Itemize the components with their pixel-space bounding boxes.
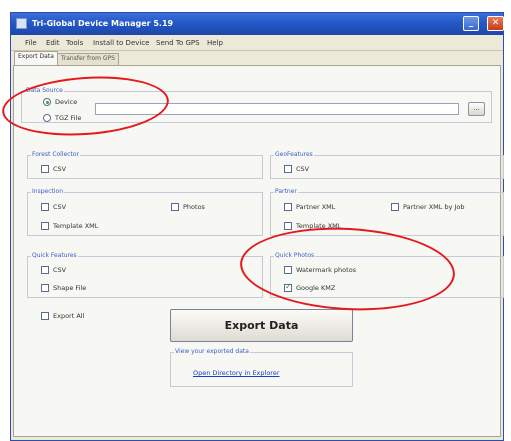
menu-file[interactable]: File xyxy=(25,39,37,47)
checkbox-label: Export All xyxy=(53,312,85,320)
checkbox-label: Partner XML by Job xyxy=(403,203,465,211)
partner-xml-by-job-checkbox[interactable]: Partner XML by Job xyxy=(391,203,465,211)
checkbox-box[interactable] xyxy=(41,266,49,274)
checkbox-label: Partner XML xyxy=(296,203,336,211)
checkbox-label: CSV xyxy=(296,165,310,173)
checkbox-box[interactable] xyxy=(284,165,292,173)
exported-data-title: View your exported data xyxy=(174,348,250,355)
quick-features-shape-file-checkbox[interactable]: Shape File xyxy=(41,284,86,292)
quick-features-csv-checkbox[interactable]: CSV xyxy=(41,266,66,274)
partner-title: Partner xyxy=(274,188,298,195)
app-icon xyxy=(16,18,27,29)
checkbox-box[interactable] xyxy=(41,284,49,292)
checkbox-label: Photos xyxy=(183,203,205,211)
checkbox-box[interactable] xyxy=(41,165,49,173)
export-all-checkbox[interactable]: Export All xyxy=(41,312,84,320)
checkbox-label: CSV xyxy=(53,266,67,274)
tab-strip: Export Data Transfer from GPS xyxy=(11,51,503,65)
quick-features-title: Quick Features xyxy=(31,252,78,259)
export-data-button[interactable]: Export Data xyxy=(170,309,353,342)
menu-help[interactable]: Help xyxy=(207,39,223,47)
exported-data-group: View your exported data Open Directory i… xyxy=(170,348,353,387)
close-button[interactable]: ✕ xyxy=(487,16,504,31)
tab-transfer-from-gps[interactable]: Transfer from GPS xyxy=(57,53,119,65)
forest-collector-csv-checkbox[interactable]: CSV xyxy=(41,165,66,173)
inspection-csv-checkbox[interactable]: CSV xyxy=(41,203,66,211)
inspection-photos-checkbox[interactable]: Photos xyxy=(171,203,205,211)
menu-bar: File Edit Tools Install to Device Send T… xyxy=(11,35,503,51)
window-title: Tri-Global Device Manager 5.19 xyxy=(32,19,174,28)
geofeatures-title: GeoFeatures xyxy=(274,151,314,158)
open-directory-link[interactable]: Open Directory in Explorer xyxy=(193,369,280,377)
browse-button[interactable]: ... xyxy=(468,102,485,116)
checkbox-label: CSV xyxy=(53,203,67,211)
inspection-title: Inspection xyxy=(31,188,64,195)
checkbox-box[interactable] xyxy=(284,203,292,211)
tab-export-data[interactable]: Export Data xyxy=(14,51,58,65)
menu-tools[interactable]: Tools xyxy=(66,39,83,47)
checkbox-box[interactable] xyxy=(41,312,49,320)
menu-send-to-gps[interactable]: Send To GPS xyxy=(156,39,200,47)
menu-install-to-device[interactable]: Install to Device xyxy=(93,39,150,47)
checkbox-box[interactable] xyxy=(41,222,49,230)
checkbox-label: CSV xyxy=(53,165,67,173)
forest-collector-title: Forest Collector xyxy=(31,151,80,158)
checkbox-box[interactable] xyxy=(391,203,399,211)
inspection-template-xml-checkbox[interactable]: Template XML xyxy=(41,222,98,230)
partner-xml-checkbox[interactable]: Partner XML xyxy=(284,203,335,211)
menu-edit[interactable]: Edit xyxy=(46,39,60,47)
checkbox-label: Template XML xyxy=(53,222,99,230)
checkbox-box[interactable] xyxy=(41,203,49,211)
checkbox-label: Shape File xyxy=(53,284,87,292)
geofeatures-csv-checkbox[interactable]: CSV xyxy=(284,165,309,173)
checkbox-box[interactable] xyxy=(284,222,292,230)
title-bar[interactable]: Tri-Global Device Manager 5.19 _ ✕ xyxy=(11,13,504,35)
minimize-button[interactable]: _ xyxy=(463,16,479,31)
checkbox-box[interactable] xyxy=(171,203,179,211)
